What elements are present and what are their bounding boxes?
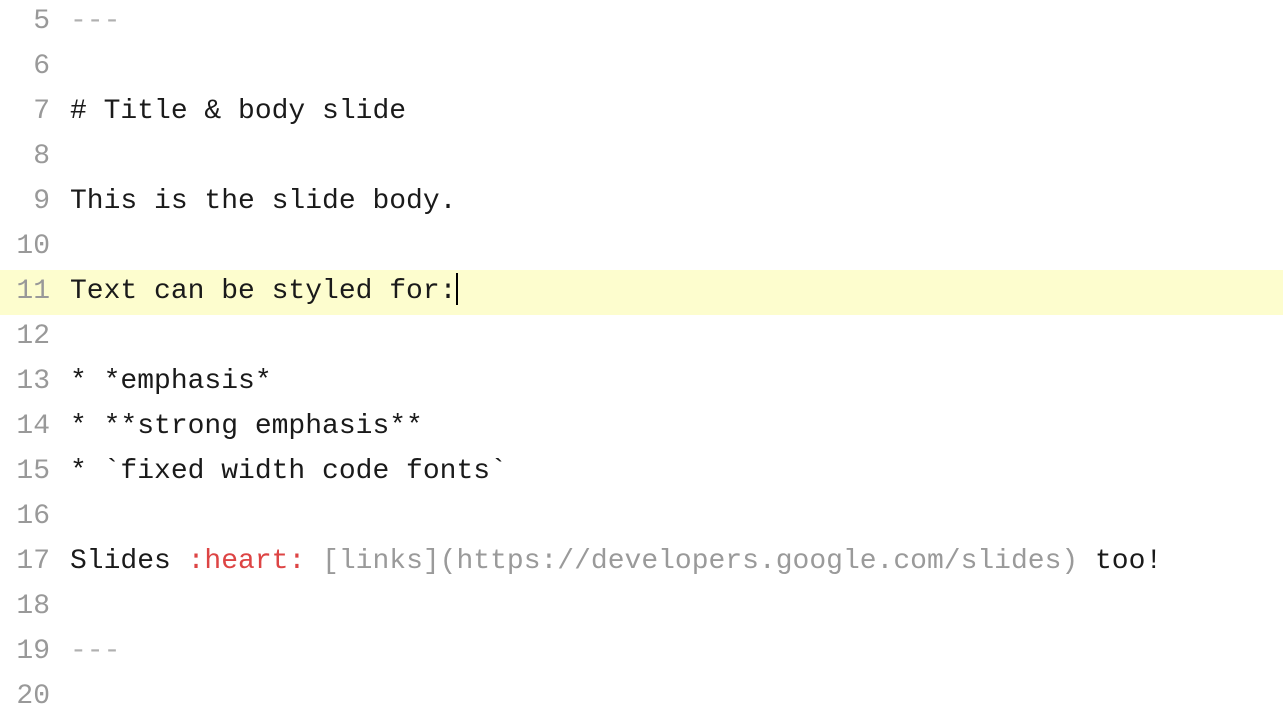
code-editor[interactable]: 5---67# Title & body slide89This is the … — [0, 0, 1283, 720]
editor-line[interactable]: 19--- — [0, 630, 1283, 675]
line-number: 9 — [0, 180, 70, 225]
editor-line[interactable]: 9This is the slide body. — [0, 180, 1283, 225]
code-token: --- — [70, 636, 120, 667]
editor-line[interactable]: 15* `fixed width code fonts` — [0, 450, 1283, 495]
editor-line[interactable]: 12 — [0, 315, 1283, 360]
editor-line[interactable]: 14* **strong emphasis** — [0, 405, 1283, 450]
line-number: 14 — [0, 405, 70, 450]
code-token: :heart: — [188, 546, 306, 577]
editor-line[interactable]: 20 — [0, 675, 1283, 720]
line-content[interactable]: * **strong emphasis** — [70, 405, 1283, 450]
line-content[interactable]: Slides :heart: [links](https://developer… — [70, 540, 1283, 585]
line-number: 19 — [0, 630, 70, 675]
code-token: Slides — [70, 546, 188, 577]
editor-line[interactable]: 7# Title & body slide — [0, 90, 1283, 135]
code-token: --- — [70, 6, 120, 37]
editor-line[interactable]: 6 — [0, 45, 1283, 90]
text-cursor — [456, 273, 458, 305]
editor-line[interactable]: 5--- — [0, 0, 1283, 45]
line-number: 16 — [0, 495, 70, 540]
line-number: 18 — [0, 585, 70, 630]
editor-line[interactable]: 18 — [0, 585, 1283, 630]
line-content[interactable]: * `fixed width code fonts` — [70, 450, 1283, 495]
code-token: * `fixed width code fonts` — [70, 456, 507, 487]
line-number: 13 — [0, 360, 70, 405]
line-content[interactable]: --- — [70, 630, 1283, 675]
code-token: Text can be styled for: — [70, 276, 456, 307]
line-content[interactable]: # Title & body slide — [70, 90, 1283, 135]
code-token: * **strong emphasis** — [70, 411, 423, 442]
line-number: 17 — [0, 540, 70, 585]
line-number: 12 — [0, 315, 70, 360]
editor-line[interactable]: 16 — [0, 495, 1283, 540]
line-number: 7 — [0, 90, 70, 135]
editor-line[interactable]: 13* *emphasis* — [0, 360, 1283, 405]
code-token: This is the slide body. — [70, 186, 456, 217]
line-number: 6 — [0, 45, 70, 90]
line-number: 8 — [0, 135, 70, 180]
line-number: 15 — [0, 450, 70, 495]
line-content[interactable]: --- — [70, 0, 1283, 45]
line-number: 10 — [0, 225, 70, 270]
code-token — [305, 546, 322, 577]
line-content[interactable]: This is the slide body. — [70, 180, 1283, 225]
line-number: 11 — [0, 270, 70, 315]
line-content[interactable]: * *emphasis* — [70, 360, 1283, 405]
code-token: [links](https://developers.google.com/sl… — [322, 546, 1078, 577]
editor-line[interactable]: 10 — [0, 225, 1283, 270]
code-token: too! — [1078, 546, 1162, 577]
code-token: # Title & body slide — [70, 96, 406, 127]
line-content[interactable]: Text can be styled for: — [70, 270, 1283, 315]
line-number: 5 — [0, 0, 70, 45]
editor-line[interactable]: 8 — [0, 135, 1283, 180]
line-number: 20 — [0, 675, 70, 720]
editor-line[interactable]: 17Slides :heart: [links](https://develop… — [0, 540, 1283, 585]
code-token: * *emphasis* — [70, 366, 272, 397]
editor-line[interactable]: 11Text can be styled for: — [0, 270, 1283, 315]
